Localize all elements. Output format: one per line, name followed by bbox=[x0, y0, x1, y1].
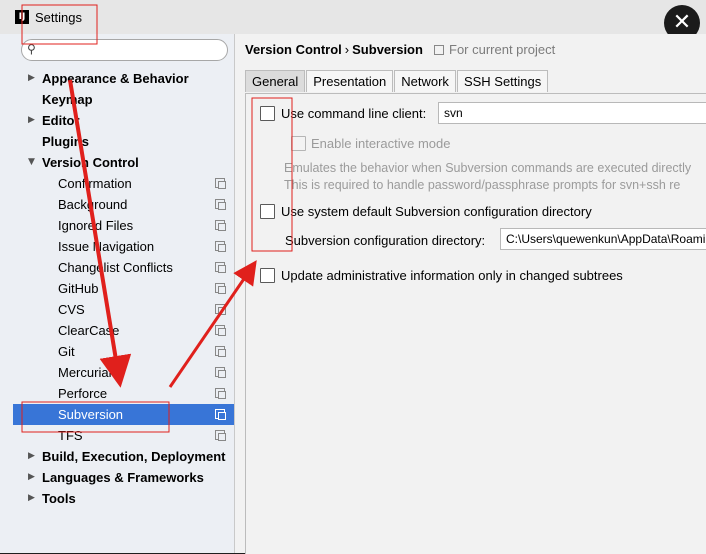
sidebar-item-label: Editor bbox=[42, 113, 80, 128]
sidebar-item-label: Mercurial bbox=[58, 365, 112, 380]
window-title: Settings bbox=[35, 10, 82, 25]
breadcrumb-parent: Version Control bbox=[245, 42, 342, 57]
sidebar-item-label: Plugins bbox=[42, 134, 89, 149]
sidebar-item-confirmation[interactable]: Confirmation bbox=[13, 173, 234, 194]
enable-interactive-checkbox[interactable] bbox=[291, 136, 306, 151]
project-hint-text: For current project bbox=[449, 42, 556, 57]
expand-arrow-icon[interactable]: ▶ bbox=[28, 110, 35, 131]
sidebar-item-cvs[interactable]: CVS bbox=[13, 299, 234, 320]
sidebar-item-label: Git bbox=[58, 344, 75, 359]
cmd-client-path-input[interactable] bbox=[438, 102, 706, 124]
sidebar-item-mercurial[interactable]: Mercurial bbox=[13, 362, 234, 383]
settings-dialog: IJ Settings ✕ ⚲ ▶ Appearance & Behavior … bbox=[0, 0, 706, 554]
sidebar-item-issue-navigation[interactable]: Issue Navigation bbox=[13, 236, 234, 257]
sidebar-item-appearance-behavior[interactable]: ▶ Appearance & Behavior bbox=[13, 68, 234, 89]
expand-arrow-icon[interactable]: ▶ bbox=[28, 467, 35, 488]
expand-arrow-icon[interactable]: ▶ bbox=[28, 488, 35, 509]
sidebar-item-label: Subversion bbox=[58, 407, 124, 422]
settings-sidebar: ⚲ ▶ Appearance & Behavior Keymap ▶ Edito… bbox=[0, 34, 235, 553]
project-scope-icon bbox=[215, 388, 226, 399]
sidebar-item-version-control[interactable]: ▼ Version Control bbox=[13, 152, 234, 173]
update-admin-info-checkbox[interactable] bbox=[260, 268, 275, 283]
sidebar-item-tools[interactable]: ▶ Tools bbox=[13, 488, 234, 509]
project-scope-icon bbox=[215, 178, 226, 189]
tab-network[interactable]: Network bbox=[394, 70, 456, 92]
general-tab-panel: Use command line client: Enable interact… bbox=[245, 93, 706, 554]
expand-arrow-icon[interactable]: ▶ bbox=[28, 68, 35, 89]
enable-interactive-label: Enable interactive mode bbox=[311, 136, 451, 151]
project-scope-icon bbox=[215, 367, 226, 378]
sidebar-item-label: Version Control bbox=[42, 155, 139, 170]
breadcrumb: Version Control › Subversion bbox=[245, 42, 423, 57]
sidebar-item-github[interactable]: GitHub bbox=[13, 278, 234, 299]
sidebar-item-label: Issue Navigation bbox=[58, 239, 155, 254]
sidebar-item-label: Build, Execution, Deployment bbox=[42, 449, 226, 464]
project-scope-icon bbox=[215, 346, 226, 357]
sidebar-item-build-execution-deployment[interactable]: ▶ Build, Execution, Deployment bbox=[13, 446, 234, 467]
intellij-logo-icon: IJ bbox=[15, 10, 29, 24]
update-admin-info-label[interactable]: Update administrative information only i… bbox=[281, 268, 623, 283]
sidebar-item-label: Changelist Conflicts bbox=[58, 260, 173, 275]
title-bar: IJ Settings ✕ bbox=[0, 0, 706, 41]
sidebar-item-subversion[interactable]: Subversion bbox=[13, 404, 234, 425]
sidebar-item-tfs[interactable]: TFS bbox=[13, 425, 234, 446]
sidebar-item-label: Background bbox=[58, 197, 128, 212]
sidebar-item-background[interactable]: Background bbox=[13, 194, 234, 215]
sidebar-item-label: Ignored Files bbox=[58, 218, 134, 233]
sidebar-item-keymap[interactable]: Keymap bbox=[13, 89, 234, 110]
breadcrumb-separator: › bbox=[344, 42, 350, 57]
sidebar-item-label: TFS bbox=[58, 428, 83, 443]
project-scope-icon bbox=[215, 430, 226, 441]
project-scope-icon bbox=[215, 262, 226, 273]
project-scope-icon bbox=[215, 199, 226, 210]
tab-general[interactable]: General bbox=[245, 70, 306, 92]
project-scope-hint: For current project bbox=[434, 42, 555, 57]
sidebar-item-ignored-files[interactable]: Ignored Files bbox=[13, 215, 234, 236]
search-icon: ⚲ bbox=[27, 42, 36, 56]
collapse-arrow-icon[interactable]: ▼ bbox=[28, 152, 35, 173]
sidebar-item-label: ClearCase bbox=[58, 323, 120, 338]
sidebar-item-label: CVS bbox=[58, 302, 85, 317]
sidebar-item-label: Languages & Frameworks bbox=[42, 470, 204, 485]
use-system-default-label[interactable]: Use system default Subversion configurat… bbox=[281, 204, 592, 219]
sidebar-item-label: GitHub bbox=[58, 281, 99, 296]
sidebar-item-perforce[interactable]: Perforce bbox=[13, 383, 234, 404]
breadcrumb-current: Subversion bbox=[352, 42, 423, 57]
description-line-1: Emulates the behavior when Subversion co… bbox=[284, 161, 692, 175]
sidebar-item-changelist-conflicts[interactable]: Changelist Conflicts bbox=[13, 257, 234, 278]
project-scope-icon bbox=[215, 409, 226, 420]
search-field[interactable]: ⚲ bbox=[21, 39, 228, 61]
project-scope-icon bbox=[215, 325, 226, 336]
sidebar-item-editor[interactable]: ▶ Editor bbox=[13, 110, 234, 131]
description-line-2: This is required to handle password/pass… bbox=[284, 178, 681, 192]
sidebar-item-git[interactable]: Git bbox=[13, 341, 234, 362]
sidebar-item-plugins[interactable]: Plugins bbox=[13, 131, 234, 152]
sidebar-item-languages-frameworks[interactable]: ▶ Languages & Frameworks bbox=[13, 467, 234, 488]
use-cmd-client-checkbox[interactable] bbox=[260, 106, 275, 121]
project-scope-icon bbox=[434, 45, 444, 55]
project-scope-icon bbox=[215, 283, 226, 294]
project-scope-icon bbox=[215, 304, 226, 315]
sidebar-item-label: Keymap bbox=[42, 92, 93, 107]
tab-presentation[interactable]: Presentation bbox=[306, 70, 394, 92]
settings-content: Version Control › Subversion For current p… bbox=[235, 34, 706, 554]
sidebar-item-clearcase[interactable]: ClearCase bbox=[13, 320, 234, 341]
config-dir-input[interactable] bbox=[500, 228, 706, 250]
sidebar-item-label: Confirmation bbox=[58, 176, 132, 191]
search-input[interactable] bbox=[44, 41, 223, 59]
project-scope-icon bbox=[215, 241, 226, 252]
tab-ssh-settings[interactable]: SSH Settings bbox=[456, 70, 549, 92]
expand-arrow-icon[interactable]: ▶ bbox=[28, 446, 35, 467]
tab-bar: General Presentation Network SSH Setting… bbox=[245, 70, 549, 93]
project-scope-icon bbox=[215, 220, 226, 231]
sidebar-item-label: Perforce bbox=[58, 386, 108, 401]
sidebar-item-label: Tools bbox=[42, 491, 76, 506]
sidebar-item-label: Appearance & Behavior bbox=[42, 71, 189, 86]
config-dir-label: Subversion configuration directory: bbox=[285, 233, 486, 248]
use-cmd-client-label[interactable]: Use command line client: bbox=[281, 106, 426, 121]
use-system-default-checkbox[interactable] bbox=[260, 204, 275, 219]
